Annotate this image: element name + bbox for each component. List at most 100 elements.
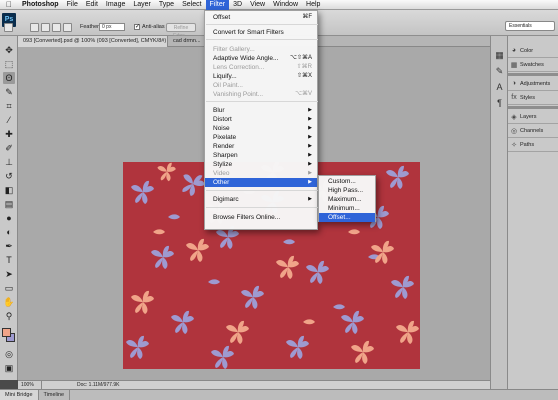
submenu-item-offset[interactable]: Offset... — [319, 213, 375, 222]
panel-paths[interactable]: ✧ Paths — [508, 138, 558, 152]
document-tab-active[interactable]: 093 [Converted].psd @ 100% (093 [Convert… — [18, 36, 168, 47]
healing-brush-tool-icon[interactable]: ✚ — [3, 128, 15, 140]
menu-item-noise[interactable]: Noise ▶ — [205, 124, 317, 133]
menu-app-name[interactable]: Photoshop — [18, 0, 63, 10]
submenu-item-high-pass[interactable]: High Pass... — [319, 186, 375, 195]
brush-tool-icon[interactable]: ✐ — [3, 142, 15, 154]
character-icon[interactable]: A — [494, 82, 505, 92]
eraser-tool-icon[interactable]: ◧ — [3, 184, 15, 196]
menu-item-label: Vanishing Point... — [213, 91, 264, 98]
marquee-tool-icon[interactable]: ⬚ — [3, 58, 15, 70]
menu-item-oil-paint: Oil Paint... — [205, 81, 317, 90]
adjustments-icon: ◑ — [511, 80, 517, 87]
panel-styles[interactable]: fx Styles — [508, 91, 558, 105]
color-icon: ◕ — [511, 47, 517, 54]
menu-shortcut: ⌥⌘V — [295, 91, 312, 97]
submenu-item-maximum[interactable]: Maximum... — [319, 195, 375, 204]
properties-icon[interactable]: ✎ — [494, 66, 505, 76]
menu-window[interactable]: Window — [269, 0, 302, 10]
menu-filter[interactable]: Filter — [205, 0, 230, 10]
move-tool-icon[interactable]: ✥ — [3, 44, 15, 56]
menu-edit[interactable]: Edit — [82, 0, 102, 10]
eyedropper-tool-icon[interactable]: ⁄ — [3, 114, 15, 126]
menu-image[interactable]: Image — [102, 0, 129, 10]
menu-type[interactable]: Type — [155, 0, 178, 10]
history-brush-tool-icon[interactable]: ↺ — [3, 170, 15, 182]
bottom-panel-tabs: Mini Bridge Timeline — [0, 389, 558, 400]
foreground-color-swatch[interactable] — [2, 328, 11, 337]
menu-item-distort[interactable]: Distort ▶ — [205, 115, 317, 124]
menu-help[interactable]: Help — [302, 0, 324, 10]
menu-item-browse-filters-online[interactable]: Browse Filters Online... — [205, 213, 317, 222]
blur-tool-icon[interactable]: ● — [3, 212, 15, 224]
tab-mini-bridge[interactable]: Mini Bridge — [0, 390, 39, 400]
add-selection-icon[interactable] — [41, 23, 50, 32]
lasso-preset-icon[interactable] — [4, 23, 13, 32]
apple-icon[interactable]:  — [0, 0, 18, 9]
workspace-dropdown[interactable]: Essentials — [505, 21, 555, 31]
menu-3d[interactable]: 3D — [229, 0, 246, 10]
dodge-tool-icon[interactable]: ◐ — [3, 226, 15, 238]
layers-icon: ◈ — [511, 113, 517, 121]
menu-item-pixelate[interactable]: Pixelate ▶ — [205, 133, 317, 142]
panel-layers[interactable]: ◈ Layers — [508, 110, 558, 124]
collapsed-panel-strip: ▦ ✎ A ¶ — [490, 36, 507, 389]
tab-timeline[interactable]: Timeline — [39, 390, 71, 400]
menu-layer[interactable]: Layer — [129, 0, 155, 10]
menu-item-other[interactable]: Other ▶ — [205, 178, 317, 187]
quick-mask-icon[interactable]: ◎ — [3, 348, 15, 360]
zoom-tool-icon[interactable]: ⚲ — [3, 310, 15, 322]
clone-stamp-tool-icon[interactable]: ⊥ — [3, 156, 15, 168]
menu-item-label: Pixelate — [213, 134, 237, 141]
menu-item-blur[interactable]: Blur ▶ — [205, 106, 317, 115]
panel-adjustments[interactable]: ◑ Adjustments — [508, 77, 558, 91]
tools-panel: ✥ ⬚ ʘ ✎ ⌗ ⁄ ✚ ✐ ⊥ ↺ ◧ ▤ ● ◐ ✒ T ➤ ▭ ✋ ⚲ … — [0, 36, 18, 380]
shape-tool-icon[interactable]: ▭ — [3, 282, 15, 294]
feather-input[interactable]: 0 px — [99, 23, 125, 31]
screen-mode-icon[interactable]: ▣ — [3, 362, 15, 374]
menu-item-last-filter[interactable]: Offset ⌘F — [205, 13, 317, 22]
menu-item-label: Lens Correction... — [213, 64, 265, 71]
menu-select[interactable]: Select — [178, 0, 205, 10]
panel-channels[interactable]: ◎ Channels — [508, 124, 558, 138]
menu-item-label: Other — [213, 179, 230, 186]
menu-shortcut: ⇧⌘X — [296, 73, 312, 79]
gradient-tool-icon[interactable]: ▤ — [3, 198, 15, 210]
lasso-tool-icon[interactable]: ʘ — [3, 72, 15, 84]
menu-item-liquify[interactable]: Liquify... ⇧⌘X — [205, 72, 317, 81]
history-icon[interactable]: ▦ — [494, 50, 505, 60]
menu-bar:  Photoshop File Edit Image Layer Type S… — [0, 0, 558, 10]
pen-tool-icon[interactable]: ✒ — [3, 240, 15, 252]
menu-item-adaptive-wide-angle[interactable]: Adaptive Wide Angle... ⌥⇧⌘A — [205, 54, 317, 63]
submenu-arrow-icon: ▶ — [308, 107, 312, 113]
menu-item-label: Convert for Smart Filters — [213, 29, 284, 36]
menu-item-stylize[interactable]: Stylize ▶ — [205, 160, 317, 169]
menu-view[interactable]: View — [246, 0, 269, 10]
menu-item-convert-smart-filters[interactable]: Convert for Smart Filters — [205, 28, 317, 37]
paragraph-icon[interactable]: ¶ — [494, 98, 505, 108]
submenu-item-minimum[interactable]: Minimum... — [319, 204, 375, 213]
menu-item-label: Distort — [213, 116, 232, 123]
type-tool-icon[interactable]: T — [3, 254, 15, 266]
menu-file[interactable]: File — [63, 0, 82, 10]
panel-layers-label: Layers — [520, 113, 537, 120]
submenu-arrow-icon: ▶ — [308, 116, 312, 122]
new-selection-icon[interactable] — [30, 23, 39, 32]
menu-item-render[interactable]: Render ▶ — [205, 142, 317, 151]
intersect-selection-icon[interactable] — [63, 23, 72, 32]
submenu-arrow-icon: ▶ — [308, 125, 312, 131]
menu-item-digimarc[interactable]: Digimarc ▶ — [205, 195, 317, 204]
panel-swatches[interactable]: ▦ Swatches — [508, 58, 558, 72]
menu-item-sharpen[interactable]: Sharpen ▶ — [205, 151, 317, 160]
refine-edge-button[interactable]: Refine Edge... — [166, 23, 196, 39]
antialias-checkbox[interactable]: ✓ — [134, 24, 140, 30]
path-selection-tool-icon[interactable]: ➤ — [3, 268, 15, 280]
quick-selection-tool-icon[interactable]: ✎ — [3, 86, 15, 98]
crop-tool-icon[interactable]: ⌗ — [3, 100, 15, 112]
panel-color[interactable]: ◕ Color — [508, 44, 558, 58]
submenu-arrow-icon: ▶ — [308, 179, 312, 185]
subtract-selection-icon[interactable] — [52, 23, 61, 32]
document-tab[interactable]: cad drmn... — [168, 36, 208, 47]
submenu-item-custom[interactable]: Custom... — [319, 177, 375, 186]
hand-tool-icon[interactable]: ✋ — [3, 296, 15, 308]
